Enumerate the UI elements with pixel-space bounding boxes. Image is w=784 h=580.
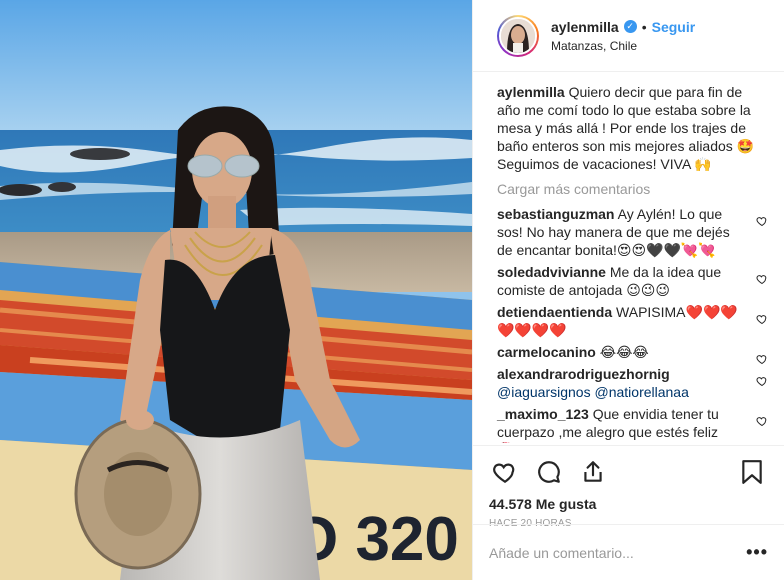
comment-like-heart-icon[interactable] bbox=[756, 375, 768, 387]
comment-item: sebastianguzman Ay Aylén! Lo que sos! No… bbox=[497, 205, 767, 259]
separator-dot: • bbox=[641, 18, 647, 35]
caption-username[interactable]: aylenmilla bbox=[497, 84, 565, 100]
comment-item: soledadvivianne Me da la idea que comist… bbox=[497, 263, 767, 299]
comment-username[interactable]: detiendaentienda bbox=[497, 304, 612, 320]
header-text: aylenmilla ✓ • Seguir Matanzas, Chile bbox=[551, 19, 695, 53]
action-icons-row bbox=[489, 456, 768, 488]
bookmark-icon bbox=[742, 460, 762, 484]
likes-count[interactable]: 44.578 Me gusta bbox=[489, 496, 768, 512]
comment-username[interactable]: soledadvivianne bbox=[497, 264, 606, 280]
comments-section[interactable]: aylenmilla Quiero decir que para fin de … bbox=[473, 73, 784, 443]
comment-like-heart-icon[interactable] bbox=[756, 273, 768, 285]
post-side-panel: aylenmilla ✓ • Seguir Matanzas, Chile ay… bbox=[472, 0, 784, 580]
username-row: aylenmilla ✓ • Seguir bbox=[551, 19, 695, 35]
more-options-icon[interactable]: ••• bbox=[746, 542, 768, 563]
like-button[interactable] bbox=[489, 456, 521, 488]
comment-item: alexandrarodriguezhornig @iaguarsignos @… bbox=[497, 365, 767, 401]
comment-item: _maximo_123 Que envidia tener tu cuerpaz… bbox=[497, 405, 767, 443]
comment-username[interactable]: carmelocanino bbox=[497, 344, 596, 360]
share-upload-icon bbox=[584, 461, 602, 482]
post-caption: aylenmilla Quiero decir que para fin de … bbox=[497, 83, 760, 173]
comment-item: detiendaentienda WAPISIMA❤️❤️❤️ ❤️❤️❤️❤️ bbox=[497, 303, 767, 339]
username-link[interactable]: aylenmilla bbox=[551, 19, 619, 35]
comment-bubble-icon bbox=[538, 461, 560, 483]
location-link[interactable]: Matanzas, Chile bbox=[551, 39, 695, 53]
verified-badge-icon: ✓ bbox=[623, 20, 637, 33]
comment-like-heart-icon[interactable] bbox=[756, 353, 768, 365]
follow-button[interactable]: Seguir bbox=[652, 19, 696, 35]
avatar[interactable] bbox=[499, 16, 537, 55]
heart-icon bbox=[493, 463, 515, 484]
comment-text: 😂😂😂 bbox=[599, 344, 649, 360]
add-comment-bar: ••• bbox=[473, 524, 784, 580]
share-button[interactable] bbox=[577, 456, 609, 488]
comment-like-heart-icon[interactable] bbox=[756, 215, 768, 227]
save-button[interactable] bbox=[736, 456, 768, 488]
comment-like-heart-icon[interactable] bbox=[756, 313, 768, 325]
post-actions: 44.578 Me gusta HACE 20 HORAS bbox=[473, 445, 784, 529]
comment-button[interactable] bbox=[533, 456, 565, 488]
comment-mention-link[interactable]: @iaguarsignos bbox=[497, 384, 591, 400]
instagram-post: O 320 aylenmilla ✓ • Seguir Matanzas, Ch… bbox=[0, 0, 784, 580]
comment-username[interactable]: _maximo_123 bbox=[497, 406, 589, 422]
add-comment-input[interactable] bbox=[489, 544, 747, 561]
comment-item: carmelocanino 😂😂😂 bbox=[497, 343, 767, 365]
comment-username[interactable]: alexandrarodriguezhornig bbox=[497, 366, 670, 382]
load-more-comments-button[interactable]: Cargar más comentarios bbox=[497, 181, 760, 197]
post-photo[interactable]: O 320 bbox=[0, 0, 472, 580]
avatar-story-ring[interactable] bbox=[497, 14, 539, 57]
post-header: aylenmilla ✓ • Seguir Matanzas, Chile bbox=[473, 0, 784, 72]
beach-photo-illustration: O 320 bbox=[0, 0, 472, 580]
comment-mention-link[interactable]: @natiorellanaa bbox=[595, 384, 689, 400]
comment-like-heart-icon[interactable] bbox=[756, 415, 768, 427]
comment-username[interactable]: sebastianguzman bbox=[497, 206, 614, 222]
avatar-image bbox=[501, 18, 535, 53]
